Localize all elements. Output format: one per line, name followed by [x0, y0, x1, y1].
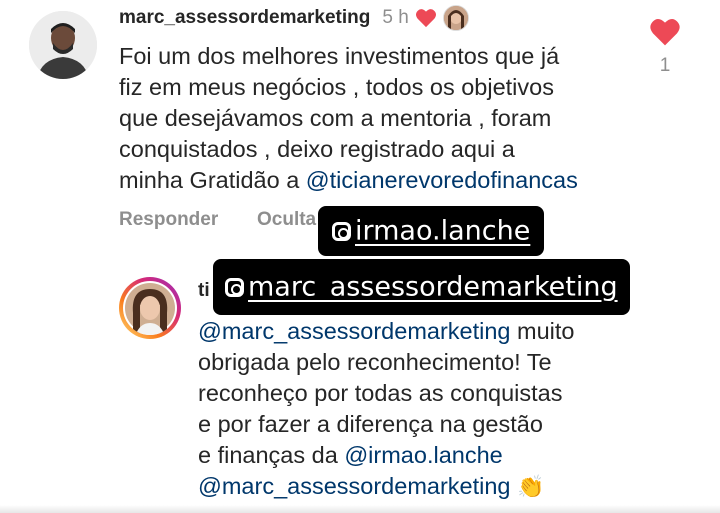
comment-line: fiz em meus negócios , todos os objetivo… — [119, 74, 554, 100]
comment-header: marc_assessordemarketing 5 h — [119, 5, 469, 31]
reply-line: @marc_assessordemarketing 👏 — [198, 471, 658, 502]
creator-liked-heart-icon — [415, 8, 437, 28]
reply-line: e finanças da @irmao.lanche — [198, 440, 658, 471]
mention-link[interactable]: @ticianerevoredofinancas — [306, 167, 578, 193]
mention-link[interactable]: @irmao.lanche — [344, 442, 502, 468]
at-icon — [332, 222, 351, 241]
hide-button[interactable]: Oculta — [257, 209, 316, 231]
comment-line: Foi um dos melhores investimentos que já — [119, 43, 560, 69]
reply-line-prefix: e finanças da — [198, 442, 345, 468]
reply-line: @marc_assessordemarketing muito — [198, 316, 658, 347]
mention-link[interactable]: @marc_assessordemarketing — [198, 318, 511, 344]
at-icon — [225, 278, 244, 297]
sticker-label: marc_assessordemarketing — [248, 271, 618, 303]
reply-line-rest: muito — [510, 318, 575, 344]
bottom-edge-shadow — [0, 505, 720, 513]
reply-line: e por fazer a diferença na gestão — [198, 411, 543, 437]
comment-line: que desejávamos com a mentoria , foram — [119, 105, 552, 131]
commenter-avatar[interactable] — [29, 11, 97, 79]
reply-text: @marc_assessordemarketing muito obrigada… — [198, 316, 658, 502]
like-count: 1 — [659, 55, 671, 76]
person-silhouette-icon — [29, 11, 97, 79]
reply-line: reconheço por todas as conquistas — [198, 380, 563, 406]
comment-text: Foi um dos melhores investimentos que já… — [119, 41, 639, 196]
heart-icon — [650, 18, 680, 46]
comment-line-prefix: minha Gratidão a — [119, 167, 306, 193]
sticker-label: irmao.lanche — [355, 215, 531, 247]
mention-sticker-marc[interactable]: marc_assessordemarketing — [213, 259, 630, 315]
mention-link[interactable]: @marc_assessordemarketing — [198, 473, 511, 499]
creator-mini-avatar — [442, 5, 469, 31]
reply-avatar-ring[interactable] — [119, 277, 181, 339]
comment-timestamp: 5 h — [382, 7, 409, 28]
mention-sticker-irmao-lanche[interactable]: irmao.lanche — [318, 206, 545, 256]
comment-line: minha Gratidão a @ticianerevoredofinanca… — [119, 165, 639, 196]
reply-username[interactable]: ti — [198, 280, 210, 302]
reply-button[interactable]: Responder — [119, 209, 218, 231]
reply-avatar — [123, 281, 177, 335]
comment-username[interactable]: marc_assessordemarketing — [119, 7, 370, 29]
clapping-hands-emoji: 👏 — [517, 474, 545, 499]
reply-line: obrigada pelo reconhecimento! Te — [198, 349, 552, 375]
comment-line: conquistados , deixo registrado aqui a — [119, 136, 515, 162]
person-photo-icon — [125, 283, 175, 335]
like-button[interactable] — [649, 17, 681, 47]
